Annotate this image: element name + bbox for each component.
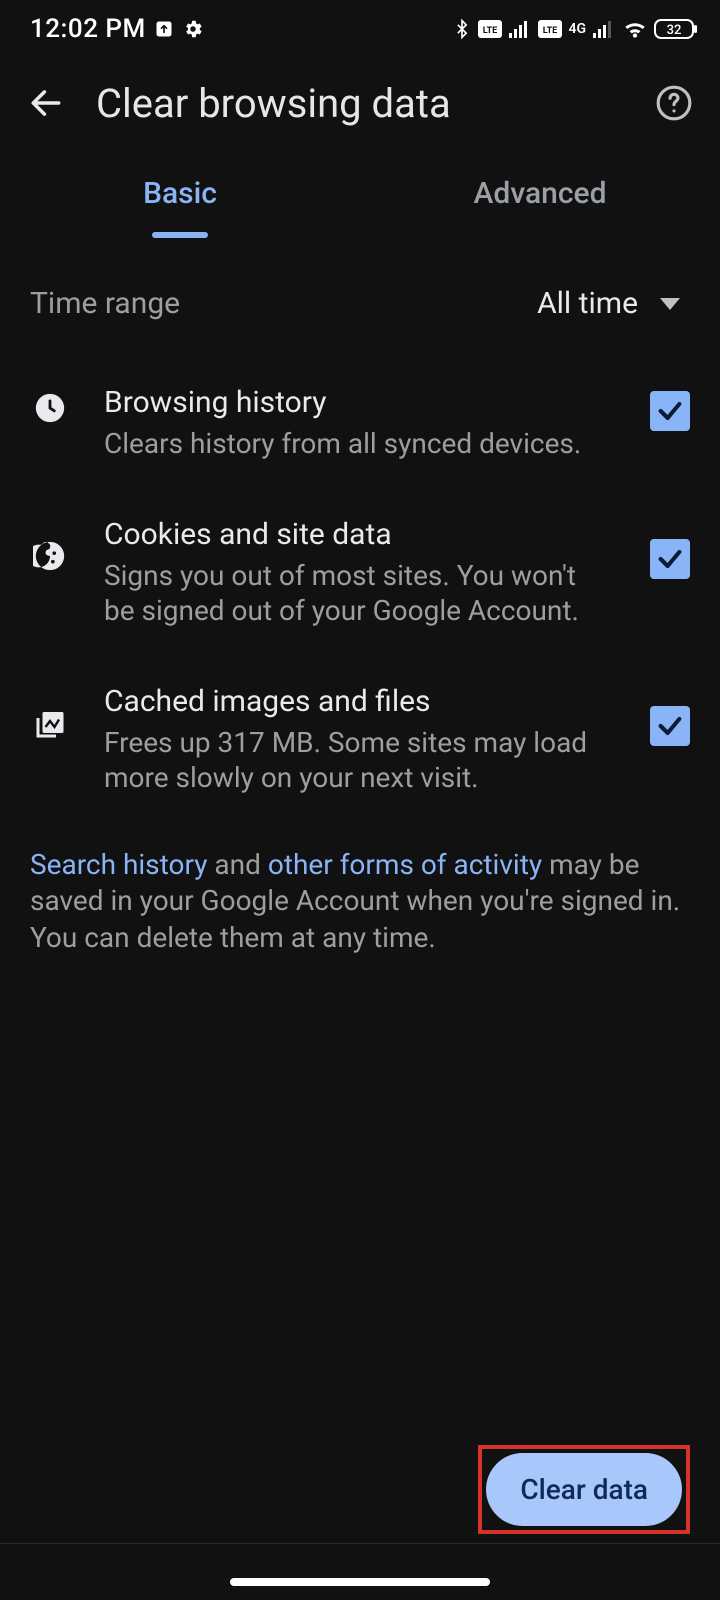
image-stack-icon [30,706,70,742]
upload-icon [154,19,174,39]
svg-text:LTE: LTE [483,26,498,36]
clear-data-button[interactable]: Clear data [486,1453,682,1526]
info-text: Search history and other forms of activi… [0,823,720,956]
svg-text:LTE: LTE [543,26,558,36]
item-cached[interactable]: Cached images and files Frees up 317 MB.… [0,656,720,823]
volte-icon-2: LTE [538,20,562,38]
item-browsing-history[interactable]: Browsing history Clears history from all… [0,357,720,489]
cookie-icon [30,539,70,573]
signal-icon-2 [592,19,616,39]
item-desc: Clears history from all synced devices. [104,426,606,461]
tabs: Basic Advanced [0,148,720,238]
bluetooth-icon [452,16,472,42]
checkbox-cookies[interactable] [650,539,690,579]
status-bar: 12:02 PM LTE LTE 4G 32 [0,0,720,58]
help-button[interactable] [650,79,698,127]
clock-icon [30,391,70,425]
time-range-label: Time range [30,286,180,321]
tab-underline [152,232,208,238]
link-other-activity[interactable]: other forms of activity [268,848,542,881]
item-title: Browsing history [104,385,606,420]
item-title: Cookies and site data [104,517,606,552]
back-button[interactable] [22,79,70,127]
volte-icon-1: LTE [478,20,502,38]
item-cookies[interactable]: Cookies and site data Signs you out of m… [0,489,720,656]
app-header: Clear browsing data [0,58,720,148]
item-body: Cached images and files Frees up 317 MB.… [104,684,616,795]
item-title: Cached images and files [104,684,606,719]
time-range-value: All time [537,286,638,321]
item-desc: Frees up 317 MB. Some sites may load mor… [104,725,606,795]
status-left: 12:02 PM [30,14,204,44]
checkbox-browsing-history[interactable] [650,391,690,431]
network-4g-icon: 4G [568,21,586,37]
signal-icon-1 [508,19,532,39]
bottom-divider [0,1543,720,1544]
status-right: LTE LTE 4G 32 [452,16,698,42]
tab-basic[interactable]: Basic [0,148,360,238]
status-time: 12:02 PM [30,14,146,44]
item-body: Browsing history Clears history from all… [104,385,616,461]
battery-text: 32 [667,23,682,38]
nav-home-indicator[interactable] [230,1578,490,1586]
item-desc: Signs you out of most sites. You won't b… [104,558,606,628]
info-mid1: and [207,848,267,881]
page-title: Clear browsing data [96,80,624,127]
link-search-history[interactable]: Search history [30,848,207,881]
tab-advanced-label: Advanced [474,176,607,211]
time-range-select[interactable]: All time [537,286,690,321]
clear-data-highlight: Clear data [478,1445,690,1534]
tab-basic-label: Basic [143,176,217,211]
chevron-down-icon [660,298,680,310]
battery-icon: 32 [654,18,698,40]
gear-icon [182,18,204,40]
wifi-icon [622,18,648,40]
checkbox-cached[interactable] [650,706,690,746]
tab-advanced[interactable]: Advanced [360,148,720,238]
item-body: Cookies and site data Signs you out of m… [104,517,616,628]
time-range-row: Time range All time [0,238,720,357]
